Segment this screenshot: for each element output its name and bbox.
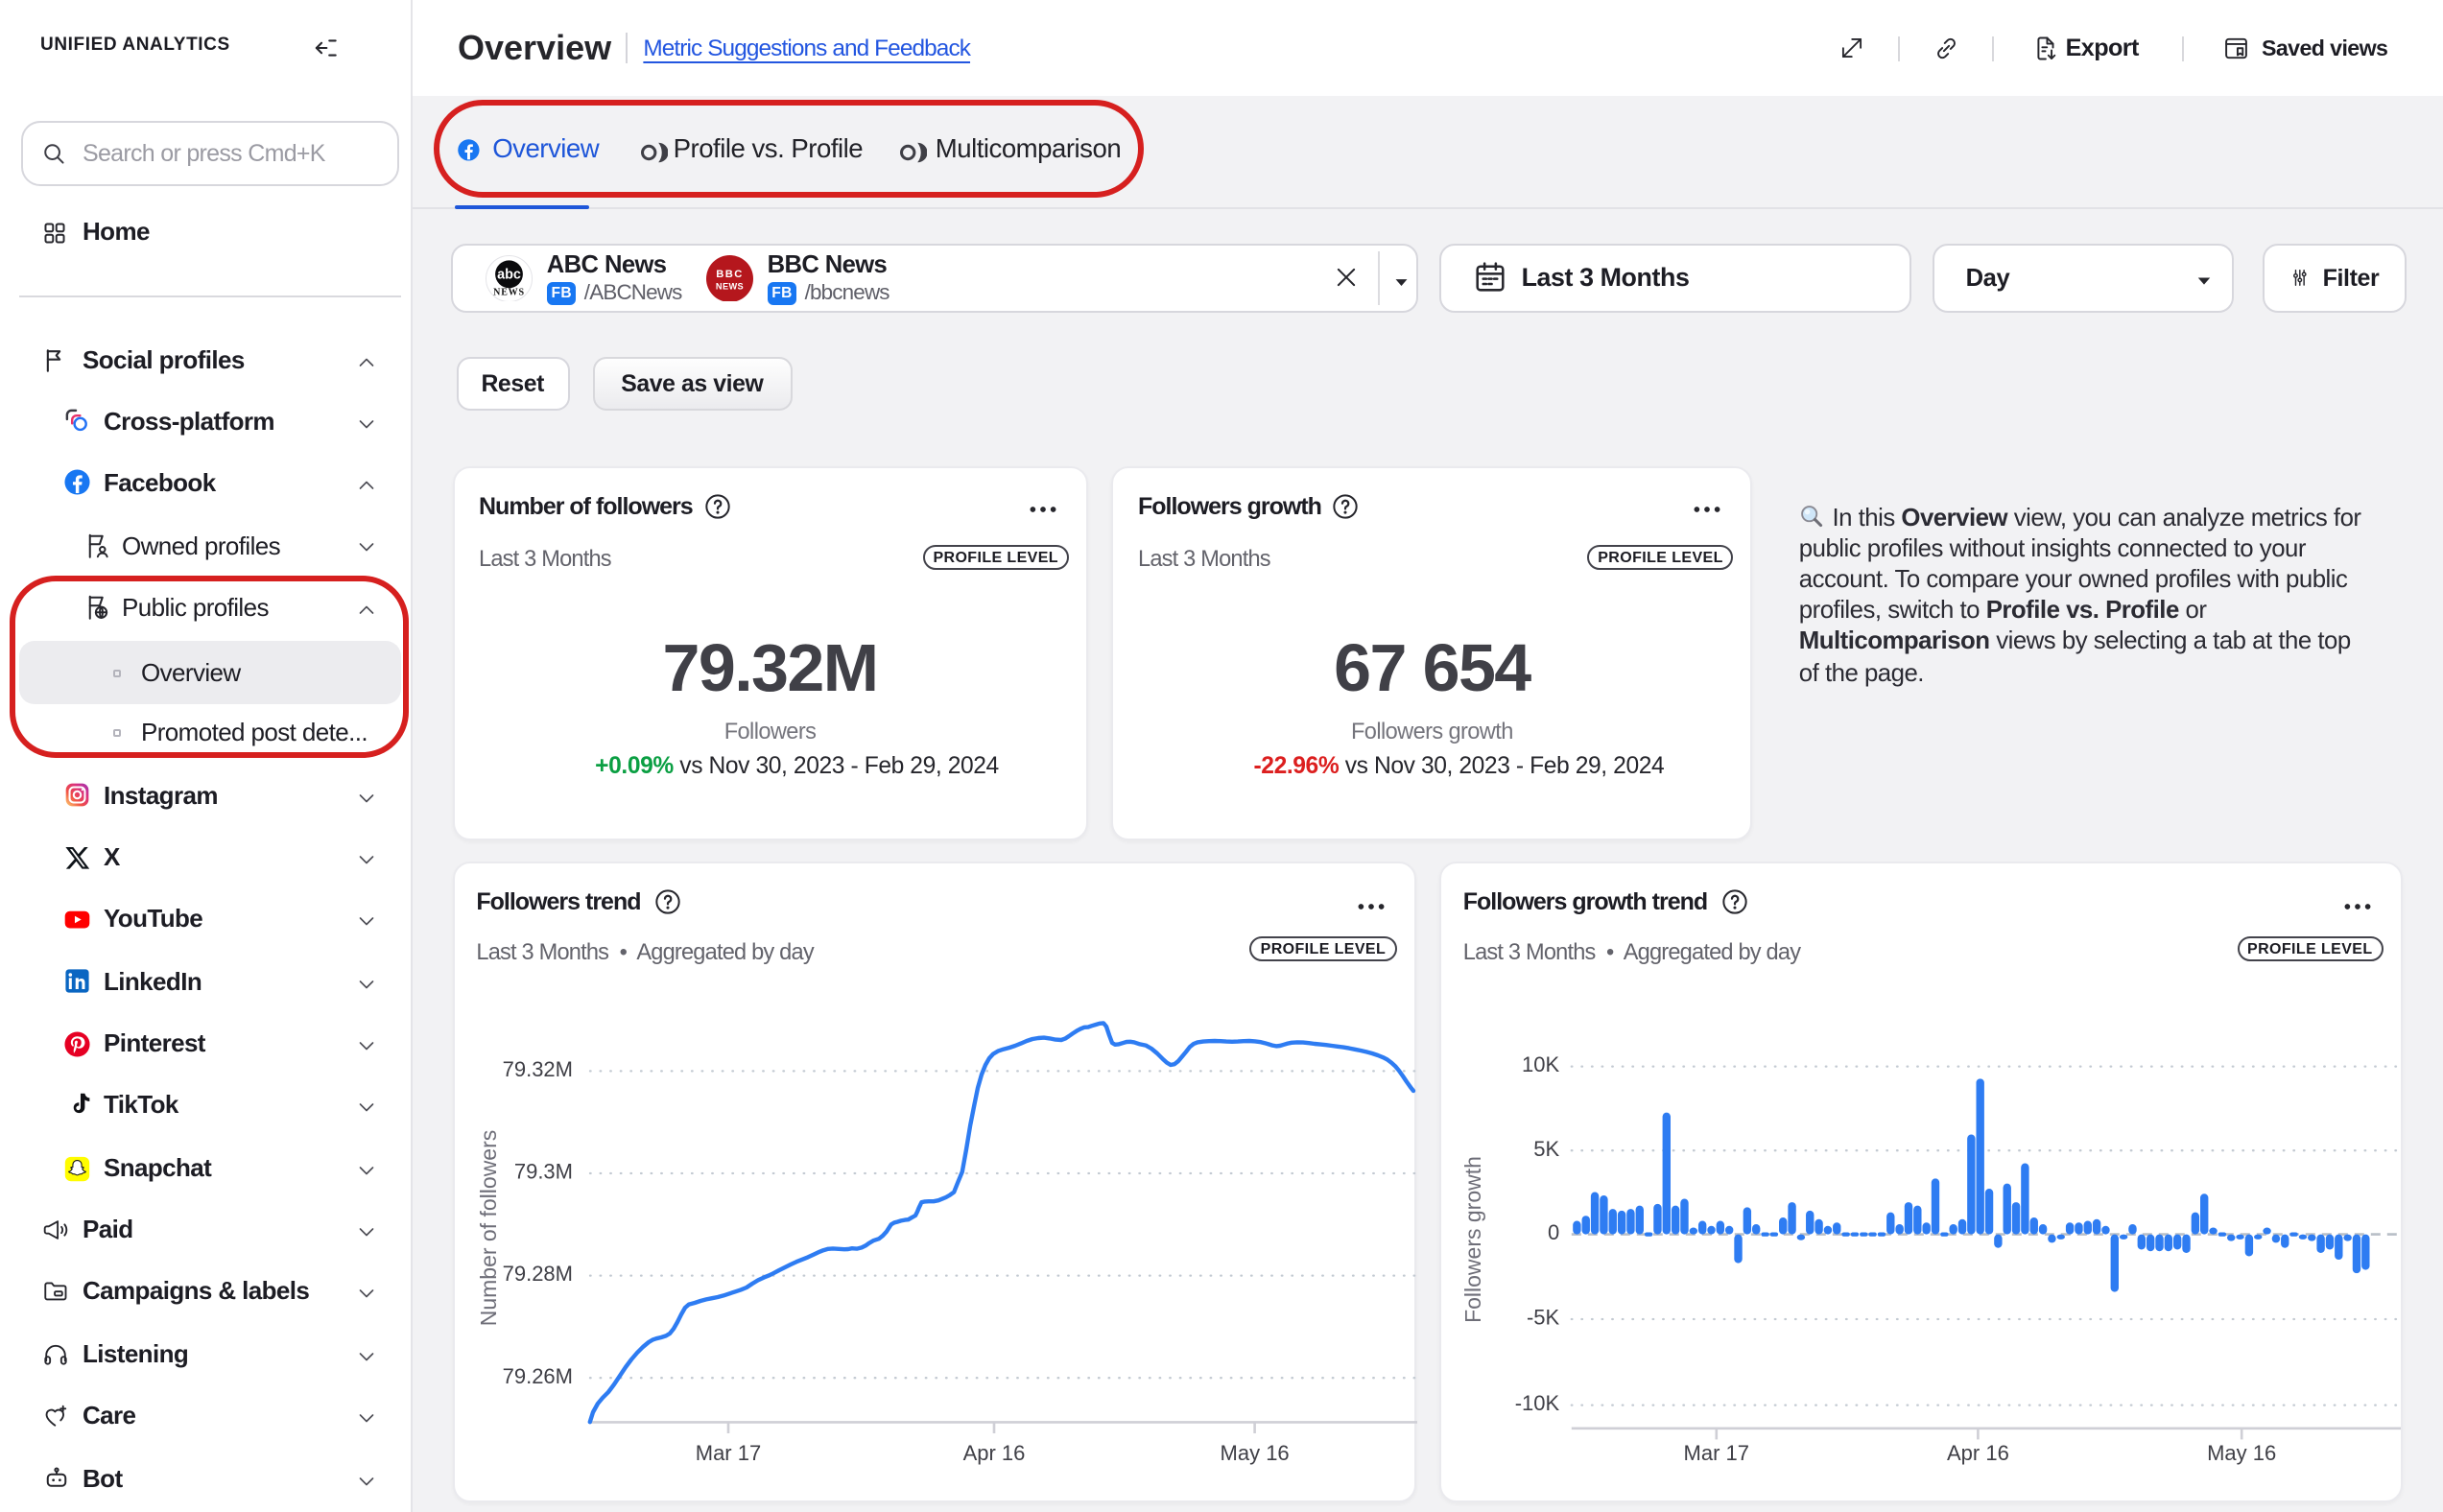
- svg-text:Apr 16: Apr 16: [962, 1441, 1025, 1465]
- svg-text:79.3M: 79.3M: [513, 1160, 572, 1184]
- svg-text:79.28M: 79.28M: [502, 1263, 572, 1287]
- svg-text:0: 0: [1547, 1221, 1558, 1245]
- svg-text:Followers growth: Followers growth: [1459, 1156, 1484, 1323]
- svg-text:BBC: BBC: [717, 268, 744, 279]
- svg-text:abc: abc: [498, 267, 522, 282]
- svg-text:May 16: May 16: [2206, 1441, 2275, 1465]
- svg-text:Mar 17: Mar 17: [1683, 1441, 1748, 1465]
- svg-text:NEWS: NEWS: [494, 287, 526, 297]
- svg-text:Mar 17: Mar 17: [695, 1441, 760, 1465]
- svg-text:May 16: May 16: [1220, 1441, 1289, 1465]
- svg-text:-10K: -10K: [1514, 1392, 1559, 1416]
- svg-text:5K: 5K: [1533, 1137, 1559, 1161]
- svg-text:-5K: -5K: [1526, 1306, 1559, 1330]
- svg-text:79.32M: 79.32M: [502, 1057, 572, 1081]
- svg-text:NEWS: NEWS: [716, 281, 744, 291]
- svg-text:Apr 16: Apr 16: [1946, 1441, 2008, 1465]
- svg-text:10K: 10K: [1521, 1053, 1558, 1077]
- svg-text:Number of followers: Number of followers: [475, 1130, 500, 1327]
- svg-text:79.26M: 79.26M: [502, 1364, 572, 1388]
